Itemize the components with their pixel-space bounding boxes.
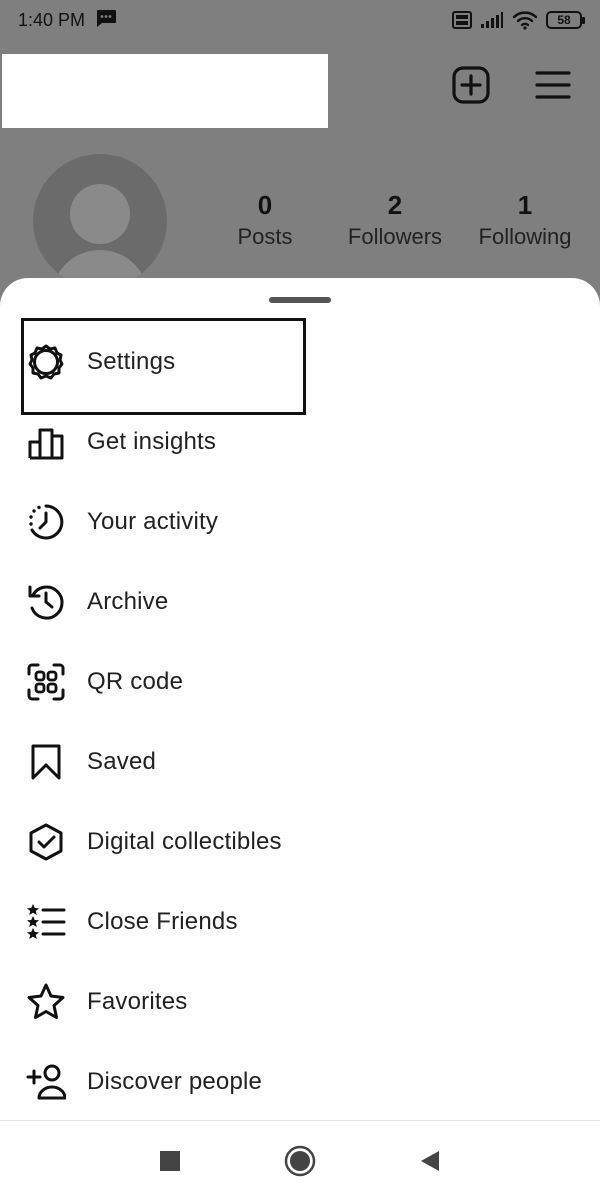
triangle-back-icon <box>421 1150 439 1171</box>
bookmark-icon <box>24 740 68 784</box>
stat-following[interactable]: 1 Following <box>462 188 588 252</box>
options-bottom-sheet: Settings Get insights Your activity Arch… <box>0 278 600 1120</box>
options-menu: Settings Get insights Your activity Arch… <box>0 318 600 1122</box>
system-navigation-bar <box>0 1120 600 1200</box>
circle-home-icon <box>284 1145 316 1176</box>
menu-item-saved[interactable]: Saved <box>0 722 600 802</box>
bar-chart-icon <box>24 420 68 464</box>
message-notification-icon <box>95 9 117 32</box>
menu-button[interactable] <box>532 64 574 106</box>
stat-followers[interactable]: 2 Followers <box>332 188 458 252</box>
stat-value: 1 <box>517 190 533 220</box>
username-redacted-block <box>2 54 328 128</box>
status-left: 1:40 PM <box>18 9 117 32</box>
menu-item-label: Discover people <box>87 1068 263 1095</box>
stat-label: Following <box>478 224 572 249</box>
wifi-icon <box>512 10 538 30</box>
stat-posts[interactable]: 0 Posts <box>202 188 328 252</box>
profile-stats: 0 Posts 2 Followers 1 Following <box>200 188 590 252</box>
status-right: 58 <box>452 10 585 30</box>
stat-label: Followers <box>347 224 443 249</box>
status-bar: 1:40 PM 58 <box>0 0 600 40</box>
menu-item-label: Saved <box>87 748 157 775</box>
profile-avatar[interactable] <box>33 154 167 288</box>
menu-item-qr-code[interactable]: QR code <box>0 642 600 722</box>
menu-item-your-activity[interactable]: Your activity <box>0 482 600 562</box>
menu-item-label: Close Friends <box>87 908 238 935</box>
battery-level: 58 <box>557 13 571 27</box>
square-icon <box>160 1150 180 1171</box>
activity-clock-icon <box>24 500 68 544</box>
star-icon <box>24 980 68 1024</box>
hamburger-menu-icon <box>535 71 571 99</box>
battery-icon: 58 <box>546 11 585 29</box>
menu-item-discover-people[interactable]: Discover people <box>0 1042 600 1122</box>
menu-item-label: QR code <box>87 668 184 695</box>
profile-top-actions <box>450 64 574 106</box>
menu-item-archive[interactable]: Archive <box>0 562 600 642</box>
menu-item-settings[interactable]: Settings <box>0 318 600 415</box>
archive-history-icon <box>24 580 68 624</box>
menu-item-get-insights[interactable]: Get insights <box>0 402 600 482</box>
verified-badge-icon <box>24 820 68 864</box>
volte-icon <box>452 11 472 29</box>
back-button[interactable] <box>410 1141 450 1181</box>
stat-label: Posts <box>237 224 293 249</box>
signal-strength-icon <box>480 11 504 29</box>
create-post-button[interactable] <box>450 64 492 106</box>
stat-value: 2 <box>387 190 403 220</box>
menu-item-label: Settings <box>87 348 176 375</box>
sheet-drag-handle[interactable] <box>269 297 331 303</box>
menu-item-favorites[interactable]: Favorites <box>0 962 600 1042</box>
stat-value: 0 <box>257 190 273 220</box>
menu-item-label: Get insights <box>87 428 217 455</box>
menu-item-label: Your activity <box>87 508 219 535</box>
menu-item-label: Digital collectibles <box>87 828 282 855</box>
avatar-head-shape <box>70 184 130 244</box>
star-list-icon <box>24 900 68 944</box>
recent-apps-button[interactable] <box>150 1141 190 1181</box>
qr-code-icon <box>24 660 68 704</box>
menu-item-label: Archive <box>87 588 169 615</box>
home-button[interactable] <box>280 1141 320 1181</box>
settings-gear-icon <box>24 340 68 384</box>
status-time: 1:40 PM <box>18 9 86 30</box>
add-person-icon <box>24 1060 68 1104</box>
menu-item-close-friends[interactable]: Close Friends <box>0 882 600 962</box>
add-square-icon <box>452 66 490 104</box>
menu-item-label: Favorites <box>87 988 188 1015</box>
menu-item-digital-collectibles[interactable]: Digital collectibles <box>0 802 600 882</box>
